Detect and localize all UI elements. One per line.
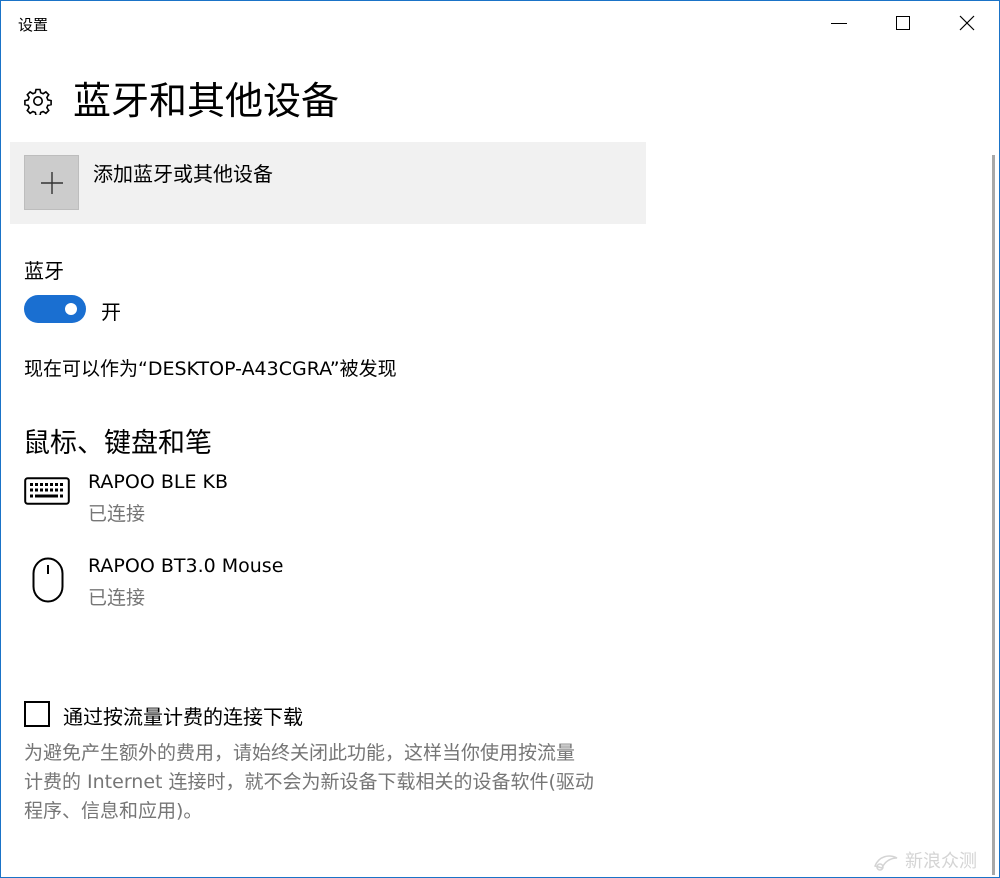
plus-tile — [24, 155, 79, 210]
keyboard-icon — [24, 477, 70, 505]
minimize-icon — [831, 23, 847, 24]
metered-help-text: 为避免产生额外的费用，请始终关闭此功能，这样当你使用按流量 计费的 Intern… — [24, 739, 649, 826]
settings-window: 设置 蓝牙和其他设备 添加蓝牙或其他设备 蓝牙 开 现在可以作为“DESKTOP… — [0, 0, 1000, 878]
section-heading: 鼠标、键盘和笔 — [23, 428, 212, 459]
device-status: 已连接 — [88, 587, 146, 609]
add-device-button[interactable]: 添加蓝牙或其他设备 — [10, 142, 646, 224]
device-item-mouse[interactable]: RAPOO BT3.0 Mouse 已连接 — [24, 553, 624, 613]
page-title: 蓝牙和其他设备 — [73, 79, 340, 123]
mouse-icon — [32, 557, 64, 603]
help-line: 为避免产生额外的费用，请始终关闭此功能，这样当你使用按流量 — [24, 742, 576, 764]
bluetooth-label: 蓝牙 — [24, 259, 64, 283]
maximize-icon — [896, 16, 910, 30]
device-item-keyboard[interactable]: RAPOO BLE KB 已连接 — [24, 469, 624, 529]
device-name: RAPOO BT3.0 Mouse — [88, 555, 284, 577]
watermark-logo-icon — [873, 855, 898, 871]
watermark: 新浪众测 — [873, 847, 977, 873]
minimize-button[interactable] — [807, 1, 871, 47]
metered-checkbox[interactable] — [24, 701, 50, 727]
help-line: 计费的 Internet 连接时，就不会为新设备下载相关的设备软件(驱动 — [24, 771, 594, 793]
device-name: RAPOO BLE KB — [88, 471, 228, 493]
gear-icon — [24, 88, 52, 115]
metered-checkbox-label[interactable]: 通过按流量计费的连接下载 — [63, 701, 303, 730]
watermark-text: 新浪众测 — [905, 851, 977, 872]
close-button[interactable] — [935, 1, 999, 47]
toggle-knob — [65, 303, 77, 315]
title-bar[interactable]: 设置 — [1, 1, 999, 47]
window-title: 设置 — [18, 16, 49, 34]
close-icon — [959, 15, 975, 31]
add-device-label: 添加蓝牙或其他设备 — [93, 162, 273, 186]
bluetooth-toggle[interactable] — [24, 295, 86, 323]
bluetooth-toggle-state: 开 — [101, 300, 121, 324]
device-status: 已连接 — [88, 503, 146, 525]
help-line: 程序、信息和应用)。 — [24, 800, 203, 822]
scrollbar[interactable] — [992, 155, 995, 875]
discoverable-text: 现在可以作为“DESKTOP-A43CGRA”被发现 — [24, 358, 397, 380]
plus-icon — [41, 172, 63, 194]
maximize-button[interactable] — [871, 1, 935, 47]
